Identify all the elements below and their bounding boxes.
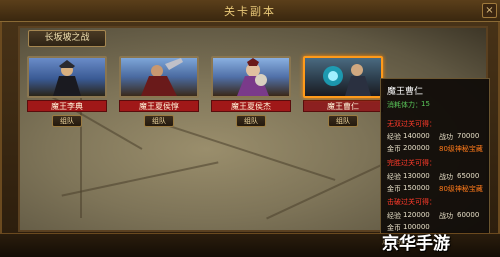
hero-name: 魔王李典 (27, 100, 107, 112)
merit-label: 战功 (439, 173, 453, 181)
merit-value: 65000 (457, 172, 480, 180)
hero-card-xiahou-jie[interactable]: 魔王夏侯杰 组队 (211, 56, 291, 127)
hero-name: 魔王夏侯惇 (119, 100, 199, 112)
window-title: 关卡副本 (224, 5, 276, 18)
hero-portrait[interactable] (211, 56, 291, 98)
watermark-logo: 京华手游 (382, 234, 450, 254)
exp-label: 经验 (387, 173, 401, 181)
hero-portrait[interactable] (27, 56, 107, 98)
hero-name: 魔王夏侯杰 (211, 100, 291, 112)
hero-card-li-dian[interactable]: 魔王李典 组队 (27, 56, 107, 127)
exp-value: 120000 (403, 211, 430, 219)
boss-info-panel: 魔王曹仁 消耗体力： 15 无双过关可得： 经验 140000 战功 70000… (380, 78, 490, 236)
hero-name: 魔王曹仁 (303, 100, 383, 112)
stamina-label: 消耗体力： (387, 101, 422, 109)
reward-heading: 击破过关可得： (387, 198, 436, 206)
team-button[interactable]: 组队 (144, 115, 174, 127)
close-button[interactable]: × (482, 3, 497, 18)
stage-title: 长坂坡之战 (28, 30, 106, 47)
exp-label: 经验 (387, 133, 401, 141)
hero-portrait[interactable] (119, 56, 199, 98)
warrior-icon (237, 58, 269, 96)
gold-label: 金币 (387, 185, 401, 193)
team-button[interactable]: 组队 (328, 115, 358, 127)
warrior-icon (323, 64, 371, 96)
hero-card-cao-ren[interactable]: 魔王曹仁 组队 (303, 56, 383, 127)
hero-card-xiahou-dun[interactable]: 魔王夏侯惇 组队 (119, 56, 199, 127)
exp-value: 130000 (403, 172, 430, 180)
treasure-reward: 80级神秘宝藏 (439, 185, 483, 193)
stamina-value: 15 (421, 100, 430, 108)
boss-name: 魔王曹仁 (387, 87, 424, 97)
gold-value: 200000 (403, 144, 430, 152)
gold-value: 150000 (403, 184, 430, 192)
reward-heading: 无双过关可得： (387, 120, 436, 128)
merit-value: 70000 (457, 132, 480, 140)
warrior-icon (141, 58, 183, 96)
gold-label: 金币 (387, 145, 401, 153)
exp-value: 140000 (403, 132, 430, 140)
exp-label: 经验 (387, 212, 401, 220)
treasure-reward: 80级神秘宝藏 (439, 145, 483, 153)
merit-label: 战功 (439, 212, 453, 220)
merit-value: 60000 (457, 211, 480, 219)
team-button[interactable]: 组队 (236, 115, 266, 127)
warrior-icon (53, 60, 81, 96)
merit-label: 战功 (439, 133, 453, 141)
hero-portrait[interactable] (303, 56, 383, 98)
team-button[interactable]: 组队 (52, 115, 82, 127)
reward-heading: 完胜过关可得： (387, 159, 436, 167)
